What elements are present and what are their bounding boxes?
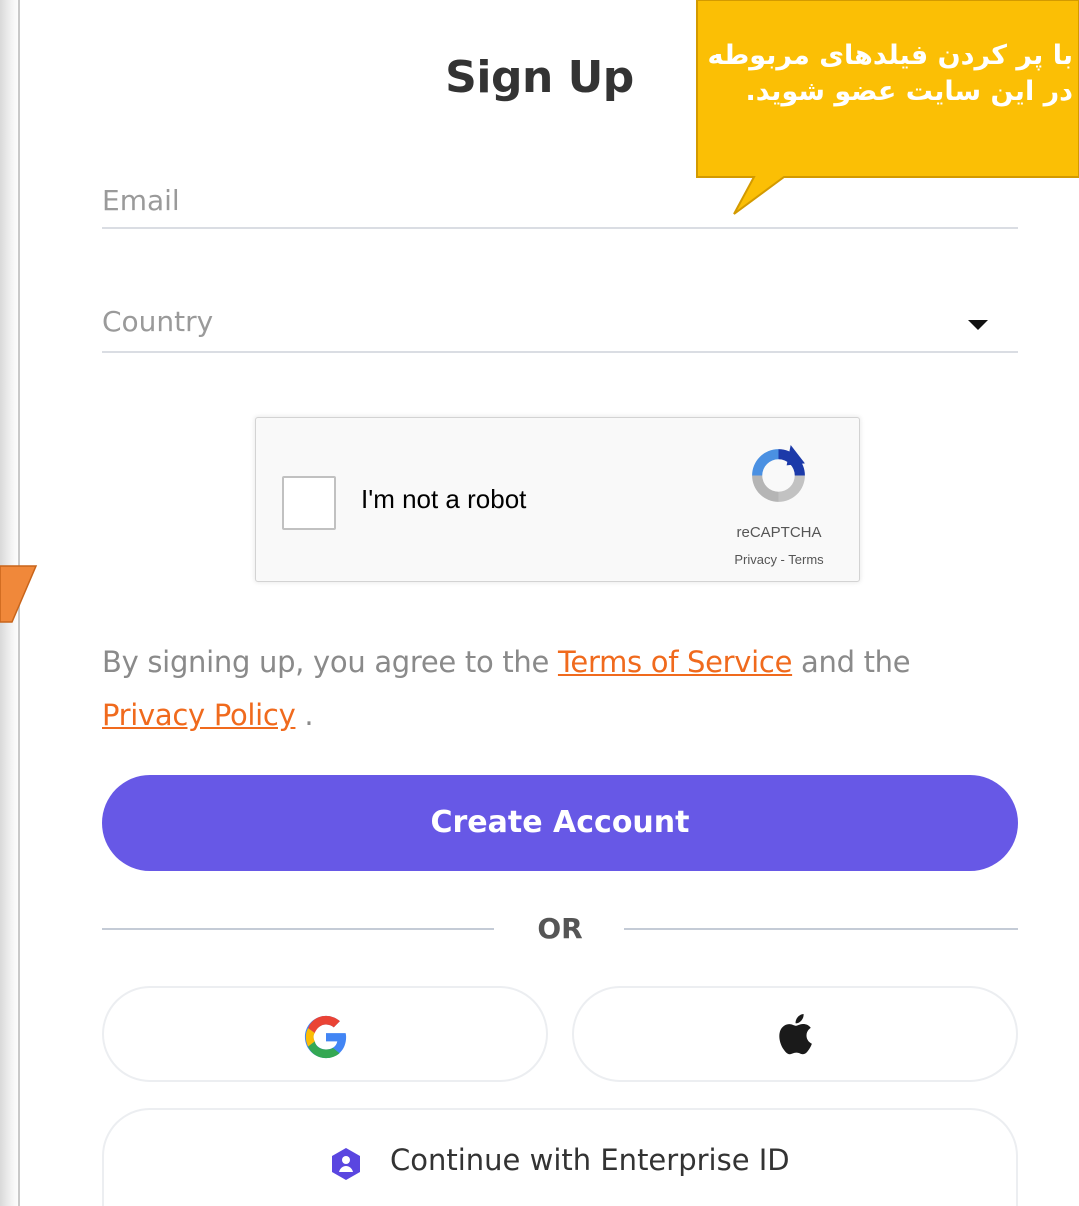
recaptcha-links[interactable]: Privacy - Terms: [711, 552, 847, 567]
recaptcha-logo-icon: [752, 445, 805, 502]
country-select[interactable]: Country: [102, 297, 1018, 353]
google-icon: [304, 1015, 347, 1059]
country-placeholder: Country: [102, 305, 214, 338]
callout-line-1: با پر کردن فیلدهای مربوطه: [707, 40, 1073, 71]
agreement-middle: and the: [792, 645, 911, 679]
recaptcha-brand: reCAPTCHA: [736, 524, 822, 541]
create-account-button[interactable]: Create Account: [102, 775, 1018, 871]
recaptcha-widget: I'm not a robot reCAPTCHA Privacy - Term…: [255, 417, 860, 582]
privacy-policy-link[interactable]: Privacy Policy: [102, 698, 296, 732]
apple-icon: [779, 1014, 812, 1055]
callout-line-2: در این سایت عضو شوید.: [745, 76, 1073, 107]
captcha-checkbox[interactable]: [282, 476, 336, 530]
enterprise-signin-button[interactable]: Continue with Enterprise ID: [102, 1108, 1018, 1206]
apple-signin-button[interactable]: [572, 986, 1018, 1082]
terms-of-service-link[interactable]: Terms of Service: [558, 645, 792, 679]
agreement-text: By signing up, you agree to the Terms of…: [102, 636, 1018, 742]
agreement-prefix: By signing up, you agree to the: [102, 645, 558, 679]
agreement-suffix: .: [295, 698, 314, 732]
or-divider-label: OR: [537, 912, 583, 945]
callout-arrow-icon: [0, 565, 38, 623]
divider-left: [102, 928, 494, 930]
callout-text: با پر کردن فیلدهای مربوطه در این سایت عض…: [673, 38, 1073, 110]
enterprise-id-icon: [332, 1148, 360, 1180]
chevron-down-icon[interactable]: [968, 320, 988, 330]
google-signin-button[interactable]: [102, 986, 548, 1082]
divider-right: [624, 928, 1018, 930]
enterprise-label: Continue with Enterprise ID: [390, 1143, 790, 1177]
captcha-label: I'm not a robot: [361, 484, 527, 514]
